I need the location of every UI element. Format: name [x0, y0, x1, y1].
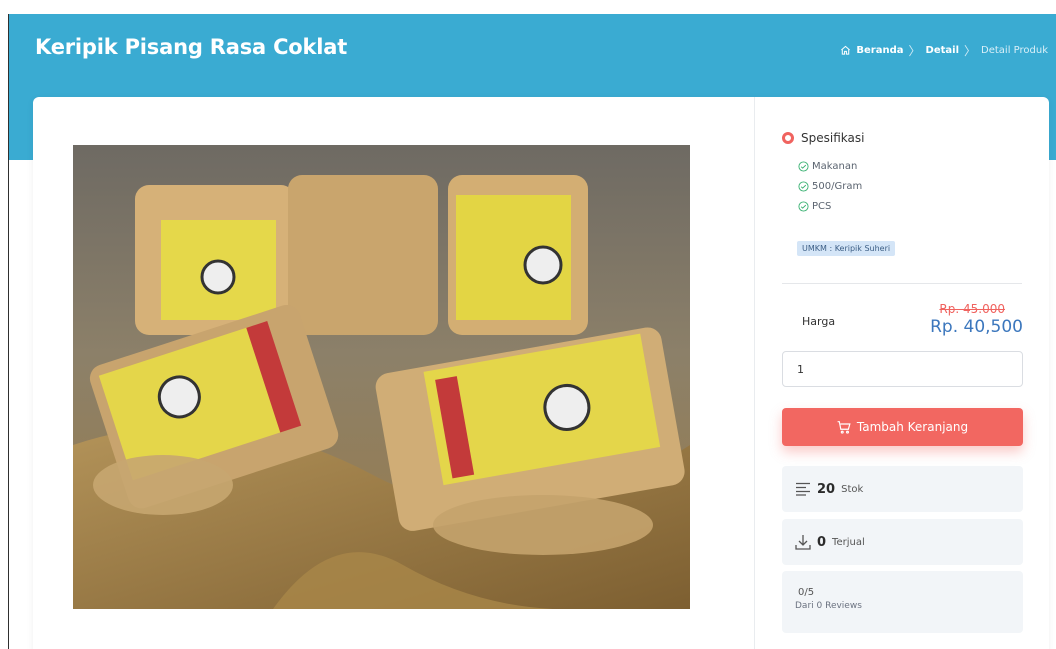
spec-item-label: 500/Gram — [812, 180, 863, 192]
cart-icon — [837, 420, 851, 434]
add-to-cart-label: Tambah Keranjang — [856, 420, 969, 434]
list-icon — [795, 482, 811, 496]
spec-item: Makanan — [798, 156, 1022, 176]
specification-panel: Spesifikasi Makanan 500/Gram PCS UMKM : … — [782, 131, 1022, 256]
price-original: Rp. 45.000 — [939, 302, 1005, 316]
spec-item: 500/Gram — [798, 176, 1022, 196]
page-title: Keripik Pisang Rasa Coklat — [35, 35, 348, 59]
price-discounted: Rp. 40,500 — [930, 317, 1023, 337]
review-count[interactable]: Dari 0 Reviews — [795, 601, 1023, 611]
check-circle-icon — [798, 200, 809, 212]
breadcrumb-separator: 〉 — [908, 44, 921, 58]
spec-item-label: Makanan — [812, 160, 858, 172]
spec-item: PCS — [798, 196, 1022, 216]
price-row: Harga Rp. 45.000 Rp. 40,500 — [782, 298, 1023, 342]
check-circle-icon — [798, 180, 809, 192]
spec-heading: Spesifikasi — [782, 131, 1022, 145]
breadcrumb-current: Detail Produk — [981, 45, 1048, 56]
spec-heading-text: Spesifikasi — [801, 131, 865, 145]
price-label: Harga — [802, 315, 836, 328]
add-to-cart-button[interactable]: Tambah Keranjang — [782, 408, 1023, 446]
review-score: 0/5 — [798, 587, 815, 598]
stock-box: 20 Stok — [782, 466, 1023, 512]
spec-item-label: PCS — [812, 200, 832, 212]
spec-list: Makanan 500/Gram PCS — [798, 156, 1022, 216]
quantity-input[interactable] — [782, 351, 1023, 387]
download-icon — [795, 534, 811, 550]
check-circle-icon — [798, 160, 809, 172]
sold-unit: Terjual — [832, 536, 865, 548]
breadcrumb-separator: 〉 — [964, 44, 977, 58]
sold-value: 0 — [817, 534, 827, 550]
breadcrumb-home[interactable]: Beranda — [856, 45, 903, 56]
stock-value: 20 — [817, 481, 836, 497]
spec-divider — [782, 283, 1022, 284]
breadcrumb: Beranda 〉 Detail 〉 Detail Produk — [840, 42, 1048, 59]
product-image — [73, 145, 690, 609]
reviews-box: 0/5 Dari 0 Reviews — [782, 571, 1023, 633]
ring-icon — [782, 132, 794, 144]
home-icon[interactable] — [840, 45, 851, 56]
column-divider — [754, 97, 755, 649]
umkm-badge[interactable]: UMKM : Keripik Suheri — [797, 241, 896, 256]
breadcrumb-detail[interactable]: Detail — [926, 45, 959, 56]
stock-unit: Stok — [841, 483, 864, 495]
sold-box: 0 Terjual — [782, 519, 1023, 565]
